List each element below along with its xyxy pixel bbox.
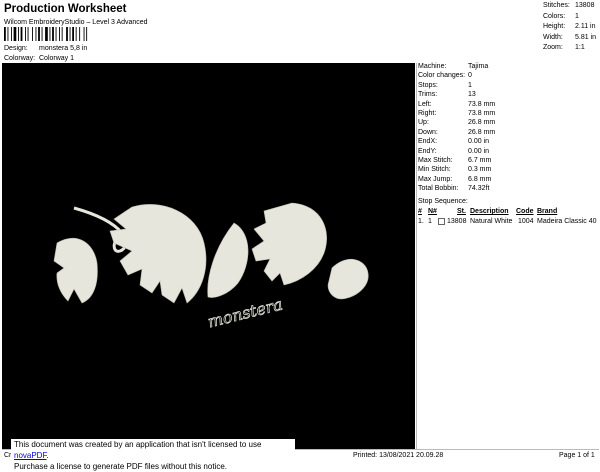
monstera-leaf-right: [251, 202, 327, 286]
detail-label: Min Stitch:: [418, 166, 451, 174]
detail-row: Up: 26.8 mm: [417, 119, 600, 128]
col-header-hash: #: [418, 208, 422, 215]
stat-value: 2.11 in: [575, 23, 596, 30]
detail-row: Min Stitch: 0.3 mm: [417, 166, 600, 175]
printed-timestamp: Printed: 13/08/2021 20.09.28: [353, 452, 444, 459]
design-value: monstera 5,8 in: [39, 45, 88, 52]
stat-label: Zoom:: [543, 44, 563, 51]
novapdf-link[interactable]: novaPDF: [14, 451, 46, 460]
stat-value: 1:1: [575, 44, 585, 51]
barcode: [4, 27, 88, 41]
left-leaf: [53, 238, 98, 304]
page-number: Page 1 of 1: [559, 452, 595, 459]
cell-n: 1: [428, 218, 432, 225]
detail-label: Max Stitch:: [418, 156, 453, 164]
detail-value: 26.8 mm: [468, 128, 496, 136]
col-header-n: N#: [428, 208, 437, 215]
cell-description: Natural White: [470, 218, 513, 225]
page-title: Production Worksheet: [4, 3, 127, 15]
monstera-leaf-large: [109, 204, 207, 304]
summary-stats: Stitches: 13808 Colors: 1 Height: 2.11 in W…: [543, 2, 599, 55]
machine-details: Machine: Tajima Color changes: 0 Stops: 1 T…: [417, 63, 600, 194]
detail-row: Color changes: 0: [417, 72, 600, 81]
detail-value: 73.8 mm: [468, 100, 496, 108]
detail-label: Down:: [418, 128, 438, 136]
stat-row-stitches: Stitches: 13808: [543, 2, 599, 13]
color-swatch-icon: [438, 218, 445, 225]
monstera-design: monstera: [53, 202, 369, 332]
col-header-code: Code: [516, 208, 534, 215]
cell-brand: Madeira Classic 40: [537, 218, 597, 225]
detail-row: Max Jump: 6.8 mm: [417, 176, 600, 185]
design-text: monstera: [206, 294, 285, 331]
detail-row: EndX: 0.00 in: [417, 138, 600, 147]
detail-label: Up:: [418, 119, 429, 127]
detail-value: 0.00 in: [468, 138, 490, 146]
detail-label: EndX:: [418, 138, 438, 146]
detail-value: 1: [468, 81, 472, 89]
cell-st: 13808: [447, 218, 467, 225]
detail-label: Total Bobbin:: [418, 185, 459, 193]
detail-row: Stops: 1: [417, 82, 600, 91]
detail-label: Stops:: [418, 81, 438, 89]
detail-value: 74.32ft: [468, 185, 490, 193]
stop-sequence-title: Stop Sequence:: [418, 198, 468, 205]
detail-label: EndY:: [418, 147, 437, 155]
app-subtitle: Wilcom EmbroideryStudio – Level 3 Advanc…: [4, 19, 148, 26]
detail-row: Right: 73.8 mm: [417, 110, 600, 119]
detail-value: Tajima: [468, 63, 489, 70]
detail-value: 6.7 mm: [468, 156, 492, 164]
detail-value: 0: [468, 72, 472, 80]
col-header-brand: Brand: [537, 208, 558, 215]
detail-value: 26.8 mm: [468, 119, 496, 127]
colorway-value: Colorway 1: [39, 55, 75, 62]
notice-line-2: Purchase a license to generate PDF files…: [14, 462, 227, 471]
detail-row: EndY: 0.00 in: [417, 148, 600, 157]
center-leaf: [207, 222, 249, 298]
colorway-label: Colorway:: [4, 55, 36, 62]
detail-value: 6.8 mm: [468, 175, 492, 183]
detail-row: Total Bobbin: 74.32ft: [417, 185, 600, 194]
license-notice: This document was created by an applicat…: [11, 439, 295, 471]
detail-row: Machine: Tajima: [417, 63, 600, 72]
detail-row: Trims: 13: [417, 91, 600, 100]
design-label: Design:: [4, 45, 28, 52]
detail-value: 0.00 in: [468, 147, 490, 155]
machine-info-panel: Machine: Tajima Color changes: 0 Stops: 1 T…: [416, 63, 600, 449]
notice-text: This document was created by an applicat…: [14, 440, 262, 449]
embroidery-preview: monstera: [2, 63, 415, 449]
detail-label: Color changes:: [418, 72, 466, 80]
stat-value: 13808: [575, 2, 595, 9]
detail-value: 0.3 mm: [468, 166, 492, 174]
notice-period: .: [46, 451, 49, 460]
stat-value: 5.81 in: [575, 33, 597, 41]
detail-label: Max Jump:: [418, 175, 453, 183]
detail-value: 13: [468, 91, 476, 99]
detail-row: Down: 26.8 mm: [417, 129, 600, 138]
col-header-description: Description: [470, 208, 509, 215]
stat-label: Stitches:: [543, 2, 570, 9]
cell-code: 1004: [518, 218, 534, 225]
right-leaf: [327, 258, 369, 300]
stat-label: Width:: [543, 33, 563, 41]
detail-label: Right:: [418, 109, 437, 117]
stat-row-colors: Colors: 1: [543, 13, 599, 24]
stat-row-zoom: Zoom: 1:1: [543, 44, 599, 55]
cell-hash: 1.: [418, 218, 424, 225]
detail-row: Left: 73.8 mm: [417, 101, 600, 110]
detail-row: Max Stitch: 6.7 mm: [417, 157, 600, 166]
detail-label: Machine:: [418, 63, 447, 70]
stat-row-height: Height: 2.11 in: [543, 23, 599, 34]
stat-label: Colors:: [543, 12, 566, 20]
notice-line-1: This document was created by an applicat…: [14, 439, 295, 461]
detail-label: Left:: [418, 100, 432, 108]
stat-label: Height:: [543, 23, 566, 30]
detail-value: 73.8 mm: [468, 109, 496, 117]
stat-value: 1: [575, 12, 579, 20]
detail-label: Trims:: [418, 91, 438, 99]
col-header-st: St.: [457, 208, 466, 215]
stat-row-width: Width: 5.81 in: [543, 34, 599, 45]
